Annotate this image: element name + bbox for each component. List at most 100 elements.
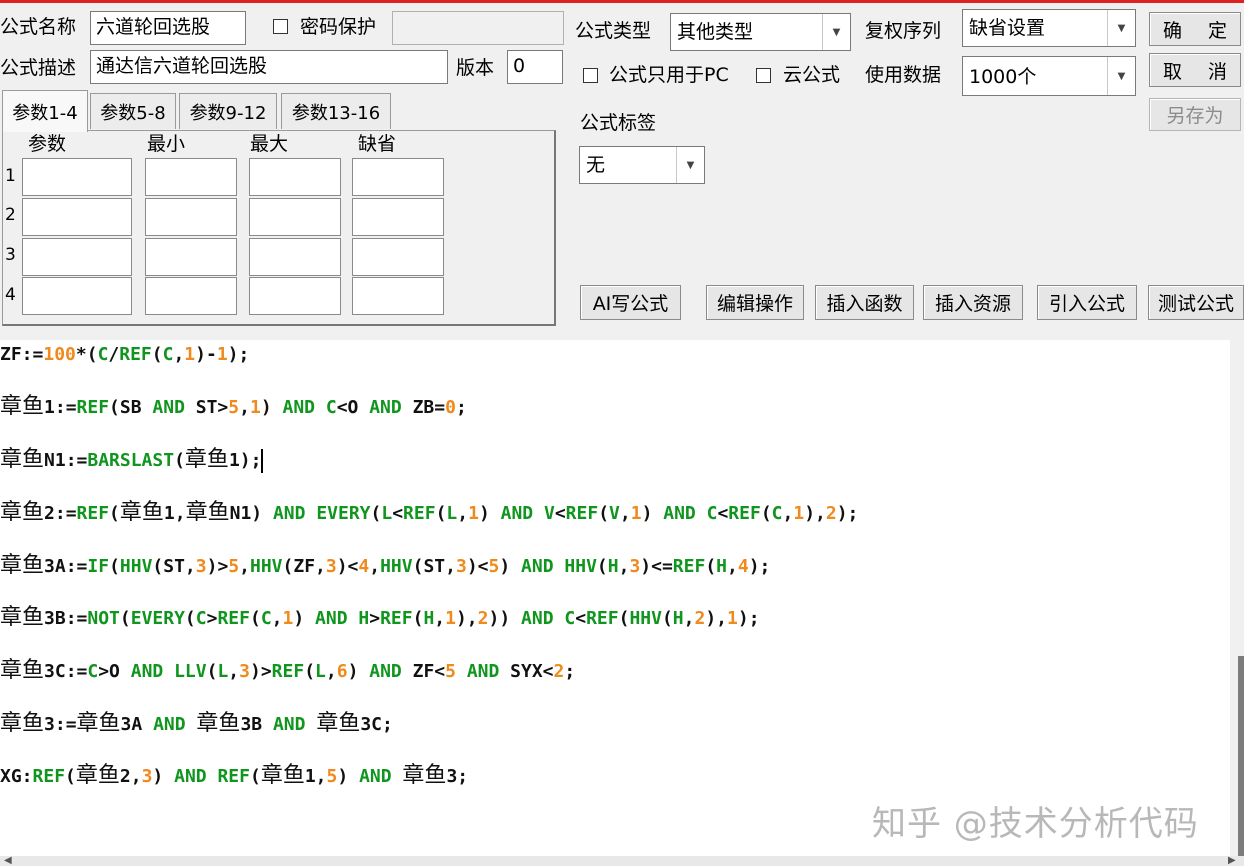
code-token: EVERY xyxy=(316,503,371,524)
code-token: 2 xyxy=(825,503,837,524)
formula-desc-input[interactable]: 通达信六道轮回选股 xyxy=(90,50,448,84)
param-3-max-input[interactable] xyxy=(249,238,341,276)
tab-params-13-16[interactable]: 参数13-16 xyxy=(281,93,391,129)
param-1-name-input[interactable] xyxy=(22,158,132,196)
param-3-name-input[interactable] xyxy=(22,238,132,276)
code-token: REF xyxy=(565,503,599,524)
version-input[interactable]: 0 xyxy=(507,50,563,84)
code-line: ZF:=100*(C/REF(C,1)-1); xyxy=(0,342,249,368)
code-token: ( xyxy=(760,503,772,524)
code-token: LLV xyxy=(174,661,207,682)
code-token: 1, xyxy=(163,503,186,524)
formula-name-input[interactable]: 六道轮回选股 xyxy=(90,11,246,45)
window-top-border xyxy=(0,0,1244,3)
code-token: NOT xyxy=(87,608,120,629)
code-token: 6 xyxy=(336,661,348,682)
code-token: 5 xyxy=(488,556,500,577)
code-token: ), xyxy=(705,608,728,629)
insert-function-button[interactable]: 插入函数 xyxy=(815,285,914,320)
ok-button[interactable]: 确 定 xyxy=(1149,12,1241,46)
test-formula-button[interactable]: 测试公式 xyxy=(1148,285,1244,320)
tab-params-5-8[interactable]: 参数5-8 xyxy=(90,93,176,129)
formula-type-value: 其他类型 xyxy=(677,21,754,43)
code-token: BARSLAST xyxy=(87,450,175,471)
ai-write-formula-button[interactable]: AI写公式 xyxy=(580,285,681,320)
code-token: < xyxy=(554,503,566,524)
code-token: (ZF, xyxy=(282,556,326,577)
code-token: L xyxy=(381,503,393,524)
cloud-checkbox[interactable] xyxy=(756,68,771,83)
code-token: 3C:= xyxy=(44,661,88,682)
pc-only-checkbox[interactable] xyxy=(583,68,598,83)
cancel-button[interactable]: 取 消 xyxy=(1149,53,1241,87)
param-4-default-input[interactable] xyxy=(352,277,444,315)
code-token: 1 xyxy=(249,397,261,418)
param-1-max-input[interactable] xyxy=(249,158,341,196)
param-2-max-input[interactable] xyxy=(249,198,341,236)
horizontal-scrollbar[interactable] xyxy=(0,856,1244,866)
adjust-seq-select[interactable]: 缺省设置 ▼ xyxy=(962,9,1136,47)
code-token: 章鱼 xyxy=(75,763,120,788)
code-token: 章鱼 xyxy=(196,711,241,736)
param-2-default-input[interactable] xyxy=(352,198,444,236)
code-token: AND xyxy=(369,397,402,418)
scroll-left-icon[interactable]: ◀ xyxy=(4,855,12,866)
param-2-name-input[interactable] xyxy=(22,198,132,236)
scroll-right-icon[interactable]: ▶ xyxy=(1228,855,1236,866)
code-line: 章鱼3A:=IF(HHV(ST,3)>5,HHV(ZF,3)<4,HHV(ST,… xyxy=(0,553,770,580)
chevron-down-icon[interactable]: ▼ xyxy=(1107,57,1135,95)
code-token: AND xyxy=(369,661,402,682)
chevron-down-icon[interactable]: ▼ xyxy=(1107,10,1135,46)
tab-params-9-12[interactable]: 参数9-12 xyxy=(179,93,277,129)
formula-code-editor[interactable]: ZF:=100*(C/REF(C,1)-1); 章鱼1:=REF(SB AND S… xyxy=(0,340,1230,856)
param-header-name: 参数 xyxy=(28,133,67,155)
save-as-button[interactable]: 另存为 xyxy=(1149,98,1241,131)
param-1-default-input[interactable] xyxy=(352,158,444,196)
code-token: )> xyxy=(206,556,229,577)
tab-params-1-4[interactable]: 参数1-4 xyxy=(2,90,88,132)
password-checkbox[interactable] xyxy=(273,19,288,34)
use-data-select[interactable]: 1000个 ▼ xyxy=(962,56,1136,96)
param-4-max-input[interactable] xyxy=(249,277,341,315)
code-token: )< xyxy=(466,556,489,577)
code-token: 3:= xyxy=(44,714,77,735)
password-input[interactable] xyxy=(392,11,564,45)
param-4-name-input[interactable] xyxy=(22,277,132,315)
code-token: C xyxy=(97,344,109,365)
vertical-scrollbar-thumb[interactable] xyxy=(1238,656,1244,856)
code-line: 章鱼2:=REF(章鱼1,章鱼N1) AND EVERY(L<REF(L,1) … xyxy=(0,500,858,527)
param-3-min-input[interactable] xyxy=(145,238,237,276)
formula-type-select[interactable]: 其他类型 ▼ xyxy=(670,13,851,51)
code-token: 1 xyxy=(184,344,196,365)
edit-operations-button[interactable]: 编辑操作 xyxy=(706,285,804,320)
code-token: 2 xyxy=(553,661,565,682)
code-token: REF xyxy=(217,766,250,787)
code-token: > xyxy=(369,608,381,629)
import-formula-button[interactable]: 引入公式 xyxy=(1037,285,1137,320)
param-header-min: 最小 xyxy=(147,133,186,155)
use-data-label: 使用数据 xyxy=(865,64,942,86)
chevron-down-icon[interactable]: ▼ xyxy=(822,14,850,50)
param-2-min-input[interactable] xyxy=(145,198,237,236)
code-token: 5 xyxy=(228,397,240,418)
code-token: 1 xyxy=(630,503,642,524)
param-1-min-input[interactable] xyxy=(145,158,237,196)
param-4-min-input[interactable] xyxy=(145,277,237,315)
code-token: 1 xyxy=(282,608,294,629)
code-token: 3B xyxy=(240,714,273,735)
code-line: 章鱼3B:=NOT(EVERY(C>REF(C,1) AND H>REF(H,1… xyxy=(0,605,760,632)
code-token: AND xyxy=(315,608,348,629)
insert-resource-button[interactable]: 插入资源 xyxy=(923,285,1023,320)
code-token: ( xyxy=(304,661,316,682)
code-token: , xyxy=(457,503,469,524)
code-token: IF xyxy=(87,556,110,577)
code-token: 2 xyxy=(477,608,489,629)
chevron-down-icon[interactable]: ▼ xyxy=(676,147,704,183)
code-line: 章鱼N1:=BARSLAST(章鱼1); xyxy=(0,447,264,474)
formula-tag-select[interactable]: 无 ▼ xyxy=(579,146,705,184)
param-3-default-input[interactable] xyxy=(352,238,444,276)
code-token: 章鱼 xyxy=(402,763,447,788)
code-token: AND xyxy=(130,661,164,682)
